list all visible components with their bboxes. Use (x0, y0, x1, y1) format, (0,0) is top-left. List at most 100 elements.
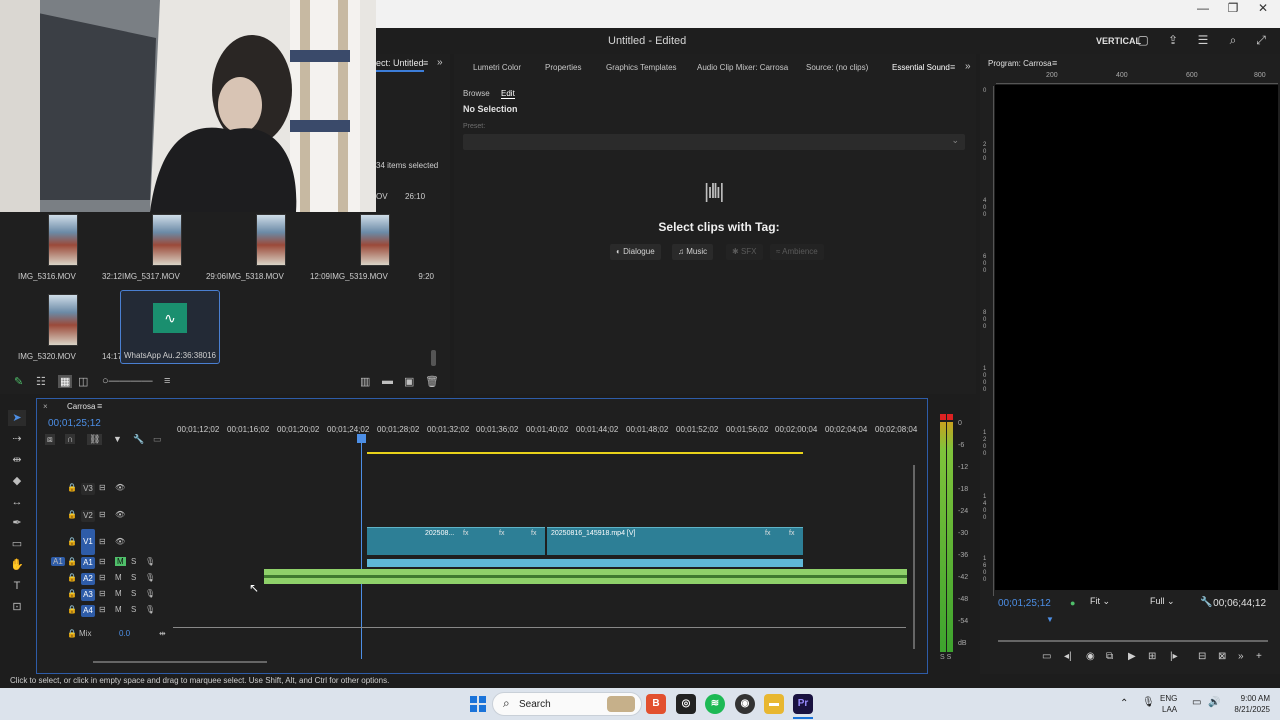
lock-icon[interactable]: 🔒 (67, 510, 77, 519)
project-item-selected[interactable]: ∿ WhatsApp Au... 2:36:38016 (120, 290, 220, 364)
captions-icon[interactable]: ▭ (153, 434, 162, 445)
tab-lumetri-color[interactable]: Lumetri Color (473, 63, 521, 72)
eye-icon[interactable]: 👁 (115, 537, 125, 546)
razor-icon[interactable]: ◆ (8, 473, 26, 489)
tab-properties[interactable]: Properties (545, 63, 581, 72)
trash-icon[interactable]: 🗑 (425, 375, 439, 388)
mix-arrows-icon[interactable]: ⇹ (159, 629, 166, 638)
sync-lock-icon[interactable]: ⊟ (99, 483, 106, 492)
tab-source[interactable]: Source: (no clips) (806, 63, 868, 72)
fullscreen-icon[interactable]: ⤢ (1254, 33, 1268, 47)
lock-icon[interactable]: 🔒 (67, 589, 77, 598)
lock-icon[interactable]: 🔒 (67, 557, 77, 566)
panel-menu-icon[interactable]: ≡ (423, 58, 428, 68)
maximize-button[interactable]: ❐ (1218, 1, 1248, 15)
forward-icon[interactable]: » (1238, 651, 1244, 662)
lock-icon[interactable]: 🔒 (67, 483, 77, 492)
playhead-marker-icon[interactable]: ▼ (1046, 615, 1054, 624)
mic-icon[interactable]: 🎙 (145, 557, 155, 566)
pencil-icon[interactable]: ✎ (14, 375, 23, 388)
add-marker-icon[interactable]: ▼ (113, 434, 122, 444)
mic-icon[interactable]: 🎙 (145, 589, 155, 598)
snap-icon[interactable]: ∩ (65, 434, 76, 444)
lock-icon[interactable]: 🔒 (67, 605, 77, 614)
wrench-icon[interactable]: 🔧 (1200, 597, 1212, 608)
tag-ambience-button[interactable]: ≈ Ambience (770, 244, 824, 260)
track-name[interactable]: A1 (81, 557, 95, 569)
clock-time[interactable]: 9:00 AM (1226, 694, 1270, 703)
solo-buttons[interactable]: S S (940, 654, 951, 661)
network-icon[interactable]: ▭ (1192, 697, 1201, 708)
track-select-icon[interactable]: ⇢ (8, 431, 26, 447)
lock-icon[interactable]: 🔒 (67, 629, 77, 638)
sync-lock-icon[interactable]: ⊟ (99, 605, 106, 614)
mute-icon[interactable]: M (115, 589, 122, 598)
taskbar-search[interactable]: ⌕ Search (492, 692, 642, 716)
tag-music-button[interactable]: ♫ Music (672, 244, 714, 260)
clip-indicator[interactable] (947, 414, 953, 420)
pen-icon[interactable]: ✒ (8, 515, 26, 531)
project-item[interactable]: IMG_5319.MOV 9:20 (330, 214, 434, 288)
track-name[interactable]: A2 (81, 573, 95, 585)
chatgpt-icon[interactable]: ◎ (676, 694, 696, 714)
audio-clip-a2[interactable] (264, 569, 907, 584)
panel-menu-icon[interactable]: ≡ (97, 401, 102, 411)
insert-sequence-icon[interactable]: ⧈ (45, 434, 55, 445)
type-icon[interactable]: T (8, 578, 26, 594)
zoom-slider[interactable]: ○———— (102, 375, 153, 387)
panel-menu-icon[interactable]: ≡ (950, 62, 955, 72)
hand-icon[interactable]: ✋ (8, 557, 26, 573)
share-icon[interactable]: ⇪ (1166, 33, 1180, 47)
overflow-icon[interactable]: » (437, 57, 443, 68)
video-clip[interactable]: 202508... fx fx fx (367, 527, 545, 555)
tag-dialogue-button[interactable]: ◐ Dialogue (610, 244, 661, 260)
resolution-select[interactable]: Full ⌄ (1150, 596, 1175, 607)
camera-icon[interactable]: ◉ (1086, 651, 1095, 662)
track-header-a3[interactable]: 🔒 A3 ⊟ M S 🎙 (43, 587, 171, 603)
subtab-browse[interactable]: Browse (463, 89, 490, 98)
track-header-a1[interactable]: A1 🔒 A1 ⊟ M S 🎙 (43, 555, 171, 571)
ripple-edit-icon[interactable]: ⇹ (8, 452, 26, 468)
selection-tool-icon[interactable]: ➤ (8, 410, 26, 426)
lock-icon[interactable]: 🔒 (67, 537, 77, 546)
track-header-a4[interactable]: 🔒 A4 ⊟ M S 🎙 (43, 603, 171, 619)
program-playhead-timecode[interactable]: 00;01;25;12 (998, 598, 1051, 609)
keyboard-layout[interactable]: LAA (1162, 705, 1177, 714)
extract-icon[interactable]: ⊠ (1218, 651, 1226, 662)
vertical-scrollbar[interactable] (913, 465, 915, 649)
project-item[interactable]: IMG_5320.MOV 14:17 (18, 294, 122, 368)
rectangle-icon[interactable]: ▭ (8, 536, 26, 552)
lift-icon[interactable]: ⊟ (1198, 651, 1206, 662)
mute-icon[interactable]: M (115, 573, 122, 582)
language-indicator[interactable]: ENG (1160, 694, 1177, 703)
premiere-pro-icon[interactable]: Pr (793, 694, 813, 714)
track-header-v1[interactable]: 🔒 V1 ⊟ 👁 (43, 529, 171, 555)
workspace-label[interactable]: VERTICAL (1096, 36, 1141, 46)
settings-wrench-icon[interactable]: 🔧 (133, 434, 144, 445)
playhead-line[interactable] (361, 437, 362, 659)
track-header-a2[interactable]: 🔒 A2 ⊟ M S 🎙 (43, 571, 171, 587)
tab-audio-clip-mixer[interactable]: Audio Clip Mixer: Carrosa (697, 63, 788, 72)
source-patch[interactable]: A1 (51, 557, 65, 566)
sync-lock-icon[interactable]: ⊟ (99, 510, 106, 519)
clip-indicator[interactable] (940, 414, 946, 420)
timeline-ruler[interactable]: 00;01;12;02 00;01;16;02 00;01;20;02 00;0… (173, 421, 917, 441)
new-item-icon[interactable]: ▣ (404, 375, 414, 388)
list-view-icon[interactable]: ☷ (36, 375, 46, 388)
spotify-icon[interactable]: ≋ (705, 694, 725, 714)
sync-lock-icon[interactable]: ⊟ (99, 573, 106, 582)
freeform-view-icon[interactable]: ◫ (78, 375, 88, 388)
video-clip[interactable]: 20250816_145918.mp4 [V] fx fx (547, 527, 803, 555)
overflow-icon[interactable]: » (965, 61, 971, 72)
mic-icon[interactable]: 🎙 (1142, 697, 1155, 708)
panel-icon[interactable]: ▢ (1136, 33, 1150, 47)
panel-menu-icon[interactable]: ≡ (1052, 58, 1057, 68)
eye-icon[interactable]: 👁 (115, 483, 125, 492)
project-item[interactable]: IMG_5317.MOV 29:06 (122, 214, 226, 288)
program-video-frame[interactable] (995, 85, 1278, 590)
mute-icon[interactable]: M (115, 605, 122, 614)
sync-lock-icon[interactable]: ⊟ (99, 557, 106, 566)
solo-icon[interactable]: S (131, 557, 136, 566)
solo-icon[interactable]: S (131, 573, 136, 582)
sync-lock-icon[interactable]: ⊟ (99, 537, 106, 546)
